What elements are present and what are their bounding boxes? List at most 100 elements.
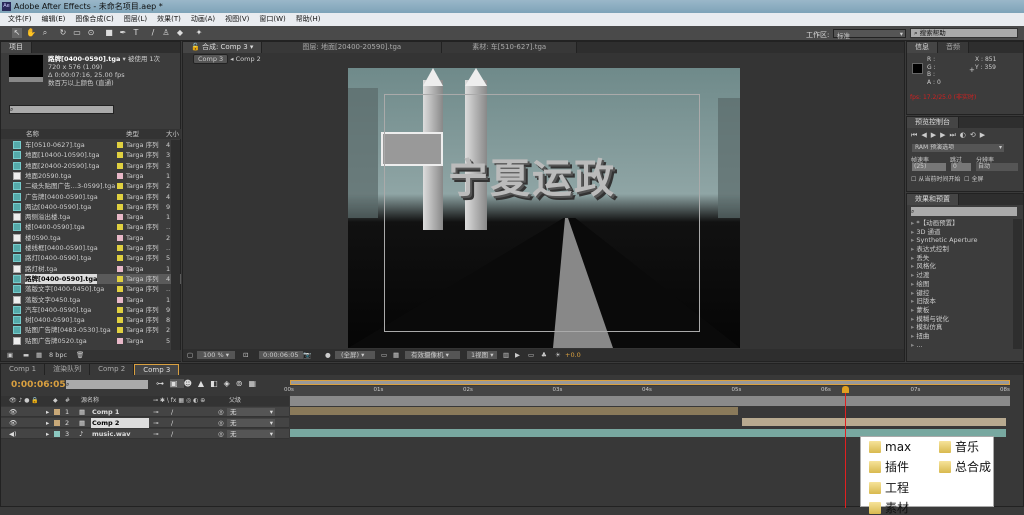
label-color[interactable]	[54, 409, 60, 415]
menu-window[interactable]: 窗口(W)	[259, 13, 285, 26]
tab-comp1[interactable]: Comp 1	[1, 364, 46, 375]
project-item[interactable]: 地面[10400-10590].tga Targa 序列 3	[13, 150, 181, 160]
menu-animation[interactable]: 动画(A)	[191, 13, 215, 26]
hand-tool-icon[interactable]: ✋	[26, 28, 36, 38]
project-item[interactable]: 汽车[0400-0590].tga Targa 序列 9	[13, 305, 181, 315]
project-item[interactable]: 落版文字0450.tga Targa 1	[13, 295, 181, 305]
project-item[interactable]: 路灯[0400-0590].tga Targa 序列 5	[13, 253, 181, 263]
label-color[interactable]	[117, 203, 123, 210]
frame-rate-dropdown[interactable]: (25)	[912, 163, 946, 171]
effect-category[interactable]: 3D 通道	[907, 228, 1011, 237]
effect-category[interactable]: Synthetic Aperture	[907, 236, 1011, 245]
project-item[interactable]: 树[0400-0590].tga Targa 序列 8	[13, 315, 181, 325]
quality-switch-icon[interactable]: /	[171, 407, 173, 417]
label-color[interactable]	[117, 142, 123, 148]
effect-category[interactable]: 过渡	[907, 271, 1011, 280]
label-color[interactable]	[117, 265, 123, 272]
eye-icon[interactable]: 👁	[9, 418, 17, 428]
label-color[interactable]	[117, 152, 123, 159]
always-preview-icon[interactable]: ▢	[187, 349, 193, 361]
channel-icon[interactable]: ●	[325, 349, 331, 361]
breadcrumb-comp2[interactable]: Comp 2	[236, 55, 261, 63]
menu-edit[interactable]: 编辑(E)	[42, 13, 66, 26]
fullscreen-checkbox[interactable]: ☐	[964, 176, 969, 183]
project-item[interactable]: 地面20590.tga Targa 1	[13, 171, 181, 181]
eye-icon[interactable]: 👁	[9, 407, 17, 417]
new-folder-icon[interactable]: ▬	[23, 350, 29, 361]
label-color[interactable]	[117, 255, 123, 262]
resolution-dropdown[interactable]: (全屏) ▾	[335, 351, 375, 359]
workspace-dropdown[interactable]: 标准 ▾	[833, 29, 906, 40]
layer-row[interactable]: 👁 ▸ 1 ▦ Comp 1 ⊸ / ◎ 无 ▾	[1, 407, 289, 417]
project-item[interactable]: 落版文字[0400-0450].tga Targa 序列 ..	[13, 284, 181, 294]
label-color[interactable]	[117, 306, 123, 313]
rotate-tool-icon[interactable]: ↻	[58, 28, 68, 38]
camera-tool-icon[interactable]: ▭	[72, 28, 82, 38]
brainstorm-icon[interactable]: ◈	[224, 379, 236, 388]
trash-icon[interactable]: 🗑	[76, 350, 84, 361]
label-color[interactable]	[117, 286, 123, 293]
label-color[interactable]	[117, 296, 123, 303]
zoom-dropdown[interactable]: 100 % ▾	[197, 351, 235, 359]
first-frame-icon[interactable]: ⏮	[911, 131, 921, 139]
timeline-icon[interactable]: ▭	[528, 349, 534, 361]
bit-depth-button[interactable]: 8 bpc	[49, 350, 67, 361]
rectangle-mask-tool-icon[interactable]: ■	[104, 28, 114, 38]
quality-switch-icon[interactable]: /	[171, 429, 173, 439]
effect-category[interactable]: 旧版本	[907, 297, 1011, 306]
layer-name[interactable]: music.wav	[91, 429, 130, 439]
layer-name[interactable]: Comp 1	[91, 407, 119, 417]
skip-dropdown[interactable]: 0	[951, 163, 971, 171]
menu-help[interactable]: 帮助(H)	[296, 13, 321, 26]
label-color[interactable]	[117, 172, 123, 179]
composition-canvas[interactable]: 宁夏运政	[348, 68, 740, 348]
audio-icon[interactable]: ◐	[960, 131, 970, 139]
breadcrumb-comp3[interactable]: Comp 3	[193, 54, 229, 64]
project-item[interactable]: 广告牌[0400-0590].tga Targa 序列 4	[13, 192, 181, 202]
column-source-name[interactable]: 源名称	[81, 396, 99, 406]
project-item[interactable]: 楼0590.tga Targa 2	[13, 233, 181, 243]
playhead-handle[interactable]	[841, 386, 849, 393]
folder-assets[interactable]: 素材	[867, 501, 909, 515]
parent-pickwhip-icon[interactable]: ◎	[218, 407, 224, 417]
project-item[interactable]: 两边[0400-0590].tga Targa 序列 9	[13, 202, 181, 212]
tab-footage[interactable]: 素材: 车[510-627].tga	[442, 42, 578, 53]
tab-layer[interactable]: 图层: 地面[20400-20590].tga	[262, 42, 443, 53]
label-color[interactable]	[117, 317, 123, 324]
label-color[interactable]	[117, 193, 123, 200]
quality-switch-icon[interactable]: /	[171, 418, 173, 428]
motion-blur-icon[interactable]: ◧	[210, 379, 224, 388]
column-parent[interactable]: 父级	[229, 396, 241, 406]
play-icon[interactable]: ▶	[931, 131, 940, 139]
current-time-indicator[interactable]	[841, 386, 849, 508]
project-scrollbar[interactable]	[171, 140, 180, 350]
project-item[interactable]: 路灯树.tga Targa 1	[13, 264, 181, 274]
label-color[interactable]	[117, 327, 123, 334]
flowchart-icon[interactable]: ♣	[541, 349, 547, 361]
layer-duration-bar[interactable]	[290, 407, 738, 415]
transparency-grid-icon[interactable]: ▦	[393, 349, 399, 361]
loop-icon[interactable]: ⟲	[970, 131, 980, 139]
tab-comp2[interactable]: Comp 2	[90, 364, 135, 375]
column-size[interactable]: 大小	[166, 129, 179, 139]
parent-dropdown[interactable]: 无 ▾	[227, 430, 275, 438]
layer-row[interactable]: 👁 ▸ 2 ▦ Comp 2 ⊸ / ◎ 无 ▾	[1, 418, 289, 428]
video-toggle-icon[interactable]: ▦	[248, 379, 262, 388]
time-navigator[interactable]	[290, 380, 1010, 385]
tab-render-queue[interactable]: 渲染队列	[45, 364, 91, 375]
interpret-footage-icon[interactable]: ▣	[7, 350, 13, 361]
effect-category[interactable]: 扭曲	[907, 332, 1011, 341]
label-color[interactable]	[117, 224, 123, 231]
tab-preview[interactable]: 预览控制台	[907, 117, 959, 128]
layer-row[interactable]: ◀) ▸ 3 ♪ music.wav ⊸ / ◎ 无 ▾	[1, 429, 289, 439]
label-color[interactable]	[117, 275, 123, 282]
expand-arrow-icon[interactable]: ▸	[46, 407, 49, 417]
from-current-checkbox[interactable]: ☐	[911, 176, 916, 183]
expand-arrow-icon[interactable]: ▸	[46, 418, 49, 428]
frame-blending-icon[interactable]: ▲	[198, 379, 210, 388]
selection-tool-icon[interactable]: ↖	[12, 28, 22, 38]
brush-tool-icon[interactable]: /	[148, 28, 158, 38]
fast-previews-icon[interactable]: ▶	[515, 349, 520, 361]
effect-category[interactable]: 风格化	[907, 262, 1011, 271]
eraser-tool-icon[interactable]: ◆	[175, 28, 185, 38]
